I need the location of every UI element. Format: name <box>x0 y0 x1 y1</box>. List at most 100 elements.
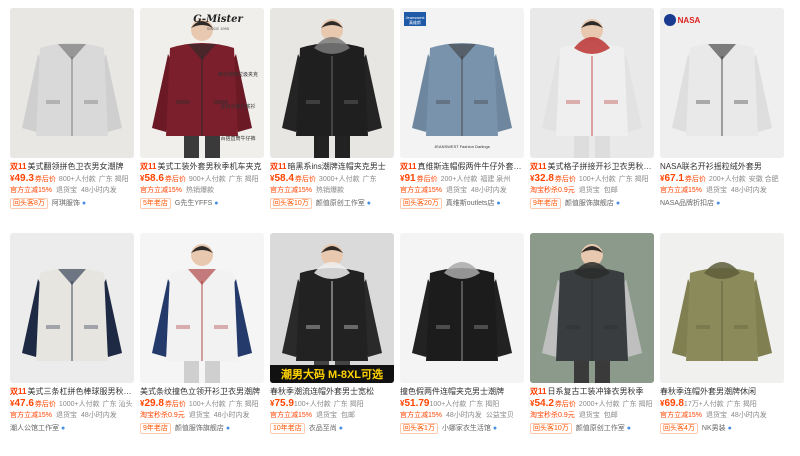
price: ¥58.4 <box>270 173 294 185</box>
product-title[interactable]: 双11暗黑系ins潮牌连帽夹克男士 <box>270 162 394 172</box>
shop-name[interactable]: 衣品至尚 <box>309 423 337 434</box>
outfit-note: 百搭直筒牛仔裤 <box>220 135 255 142</box>
promo-tag: 双11 <box>530 162 547 171</box>
shop-name[interactable]: 潮人公馆工作室 <box>10 423 59 434</box>
perk-label: 48小时内发 <box>213 412 250 419</box>
brand-logo: G-Mister <box>193 14 243 25</box>
perks-row: 淘宝秒杀0.9元 退货宝 包邮 <box>530 411 654 421</box>
shop-row[interactable]: 回头客20万 真维斯outlets店 ● <box>400 198 524 209</box>
product-title[interactable]: 双11美式工装外套男秋季机车夹克 <box>140 162 264 172</box>
product-title[interactable]: 双11美式三条杠拼色棒球服男秋冬加厚 <box>10 387 134 397</box>
product-card[interactable]: 美式条纹撞色立领开衫卫衣男潮牌 ¥29.8 券后价 100+人付款 广东 揭阳 … <box>140 233 264 451</box>
perks-row: 官方立减15% 热销爆款 <box>270 186 394 196</box>
product-card[interactable]: 双11美式三条杠拼色棒球服男秋冬加厚 ¥47.6 券后价 1000+人付款 广东… <box>10 233 134 451</box>
price: ¥51.79 <box>400 398 429 410</box>
perk-label: 48小时内发 <box>446 412 482 419</box>
shop-name[interactable]: 颜值原创工作室 <box>316 198 365 209</box>
product-title[interactable]: 双11日系复古工装冲锋衣男秋季 <box>530 387 654 397</box>
product-card[interactable]: G-Mister SINCE 1995 美式潮牌垃圾夹克 黑色长袖打底衫 百搭直筒牛仔裤… <box>140 8 264 226</box>
product-title-text: 日系复古工装冲锋衣男秋季 <box>547 387 644 396</box>
product-image[interactable] <box>10 8 134 158</box>
price-label: 券后价 <box>554 176 576 183</box>
brand-logo-sub: 真维斯 <box>409 19 421 25</box>
perk-label: 退货宝 <box>578 412 600 419</box>
product-title[interactable]: 美式条纹撞色立领开衫卫衣男潮牌 <box>140 387 264 397</box>
product-image[interactable] <box>140 233 264 383</box>
shop-name[interactable]: 小娜家衣生活馆 <box>442 423 491 434</box>
shop-name[interactable]: NASA品牌折扣店 <box>660 198 714 209</box>
shop-row[interactable]: 回头客8万 阿琪服饰 ● <box>10 198 134 209</box>
shop-row[interactable]: 5年老店 G先生YFFS ● <box>140 198 264 209</box>
product-card[interactable]: 撞色假两件连帽夹克男士潮牌 ¥51.79 100+人付款 广东 揭阳 官方立减1… <box>400 233 524 451</box>
product-card[interactable]: 双11美式格子拼接开衫卫衣男秋冬款 ¥32.8 券后价 100+人付款 广东 揭… <box>530 8 654 226</box>
perk-label: 退货宝 <box>578 187 600 194</box>
product-card[interactable]: 双11日系复古工装冲锋衣男秋季 ¥54.2 券后价 2000+人付款 广东 揭阳… <box>530 233 654 451</box>
shop-row[interactable]: NASA品牌折扣店 ● <box>660 198 784 209</box>
price: ¥69.8 <box>660 398 684 410</box>
shop-name[interactable]: 颜值原创工作室 <box>576 423 625 434</box>
shop-badge: 回头客1万 <box>400 423 438 434</box>
product-title-text: NASA联名开衫摇粒绒外套男 <box>660 162 762 171</box>
jacket-photo-icon <box>140 233 264 383</box>
price-row: ¥29.8 券后价 100+人付款 广东 揭阳 <box>140 398 264 410</box>
product-card[interactable]: 双11美式翻领拼色卫衣男女潮牌 ¥49.3 券后价 800+人付款 广东 揭阳 … <box>10 8 134 226</box>
product-title[interactable]: 双11真维斯连帽假两件牛仔外套男士 <box>400 162 524 172</box>
product-title[interactable]: 双11美式翻领拼色卫衣男女潮牌 <box>10 162 134 172</box>
shop-name[interactable]: 阿琪服饰 <box>52 198 80 209</box>
shop-name[interactable]: 颜值服饰旗舰店 <box>175 423 224 434</box>
product-image[interactable]: Jeanswest 真维斯 JEANSWEST Fashion Darlings <box>400 8 524 158</box>
chevron-right-icon: ● <box>496 200 501 207</box>
perk-label: 官方立减15% <box>660 412 703 419</box>
product-image[interactable] <box>530 233 654 383</box>
perk-label: 退货宝 <box>706 187 728 194</box>
product-card[interactable]: Jeanswest 真维斯 JEANSWEST Fashion Darlings 双… <box>400 8 524 226</box>
product-image[interactable]: 潮男大码 M-8XL可选 <box>270 233 394 383</box>
shop-row[interactable]: 潮人公馆工作室 ● <box>10 423 134 434</box>
shop-row[interactable]: 回头客1万 小娜家衣生活馆 ● <box>400 423 524 434</box>
product-image[interactable]: G-Mister SINCE 1995 美式潮牌垃圾夹克 黑色长袖打底衫 百搭直筒牛仔裤 <box>140 8 264 158</box>
product-title[interactable]: 春秋季潮流连帽外套男士宽松 <box>270 387 394 397</box>
product-title[interactable]: 双11美式格子拼接开衫卫衣男秋冬款 <box>530 162 654 172</box>
product-title[interactable]: 春秋季连帽外套男潮牌休闲 <box>660 387 784 397</box>
chevron-right-icon: ● <box>61 425 66 432</box>
jacket-photo-icon <box>10 233 134 383</box>
shop-row[interactable]: 回头客10万 颜值原创工作室 ● <box>530 423 654 434</box>
product-image[interactable] <box>660 233 784 383</box>
chevron-right-icon: ● <box>366 200 372 207</box>
product-card[interactable]: NASA NASA联名开衫摇粒绒外套男 ¥67.1 券后价 200+人付款 安徽… <box>660 8 784 226</box>
location: 广东 揭阳 <box>469 401 500 408</box>
shop-row[interactable]: 9年老店 颜值服饰旗舰店 ● <box>530 198 654 209</box>
price-label: 券后价 <box>164 176 186 183</box>
product-card[interactable]: 潮男大码 M-8XL可选 春秋季潮流连帽外套男士宽松 ¥75.9 100+人付款… <box>270 233 394 451</box>
shop-name[interactable]: G先生YFFS <box>175 198 212 209</box>
shop-name[interactable]: NK男装 <box>702 423 726 434</box>
price-value: 58.6 <box>144 173 164 184</box>
product-card[interactable]: 春秋季连帽外套男潮牌休闲 ¥69.8 17万+人付款 广东 揭阳 官方立减15%… <box>660 233 784 451</box>
chevron-right-icon: ● <box>716 200 721 207</box>
product-image[interactable]: NASA <box>660 8 784 158</box>
perks-row: 官方立减15% 退货宝 48小时内发 <box>660 186 784 196</box>
product-title[interactable]: NASA联名开衫摇粒绒外套男 <box>660 162 784 172</box>
shop-row[interactable]: 回头客10万 颜值原创工作室 ● <box>270 198 394 209</box>
product-image[interactable] <box>400 233 524 383</box>
price-value: 29.8 <box>144 398 164 409</box>
perk-label: 包邮 <box>603 412 618 419</box>
product-card[interactable]: 双11暗黑系ins潮牌连帽夹克男士 ¥58.4 券后价 3000+人付款 广东 … <box>270 8 394 226</box>
shop-row[interactable]: 9年老店 颜值服饰旗舰店 ● <box>140 423 264 434</box>
product-image[interactable] <box>270 8 394 158</box>
shop-name[interactable]: 真维斯outlets店 <box>446 198 495 209</box>
perk-label: 官方立减15% <box>270 412 313 419</box>
shop-row[interactable]: 10年老店 衣品至尚 ● <box>270 423 394 434</box>
product-title-text: 真维斯连帽假两件牛仔外套男士 <box>417 162 524 171</box>
sold-count: 100+人付款 <box>188 401 226 408</box>
jacket-photo-icon: NASA <box>660 8 784 158</box>
perk-label: 官方立减15% <box>270 187 313 194</box>
product-title[interactable]: 撞色假两件连帽夹克男士潮牌 <box>400 387 524 397</box>
shop-row[interactable]: 回头客4万 NK男装 ● <box>660 423 784 434</box>
product-image[interactable] <box>530 8 654 158</box>
chevron-right-icon: ● <box>492 425 498 432</box>
price: ¥32.8 <box>530 173 554 185</box>
shop-name[interactable]: 颜值服饰旗舰店 <box>565 198 614 209</box>
product-image[interactable] <box>10 233 134 383</box>
sold-count: 3000+人付款 <box>318 176 360 183</box>
